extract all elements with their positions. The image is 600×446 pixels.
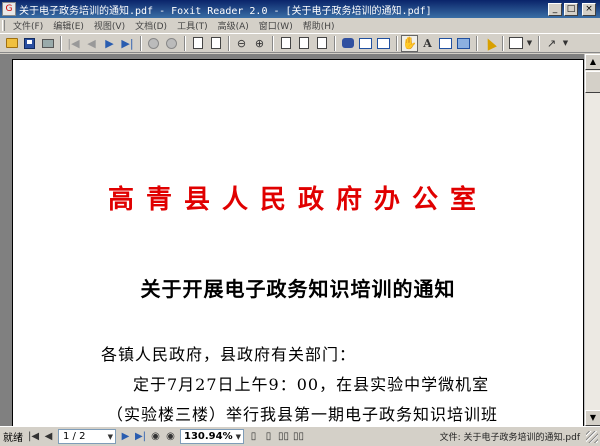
arrow-dropdown-icon[interactable]: ▼ bbox=[561, 35, 570, 52]
status-continuous-icon[interactable]: ▯ bbox=[261, 429, 276, 444]
toolbar-separator bbox=[538, 35, 540, 51]
title-bar: G 关于电子政务培训的通知.pdf - Foxit Reader 2.0 - [… bbox=[0, 0, 600, 18]
status-back-icon[interactable]: ◉ bbox=[148, 429, 163, 444]
status-cont-facing-icon[interactable]: ▯▯ bbox=[291, 429, 306, 444]
fit-width-icon[interactable] bbox=[313, 35, 330, 52]
scroll-up-button[interactable]: ▲ bbox=[585, 54, 600, 70]
menu-bar: 文件(F) 编辑(E) 视图(V) 文档(D) 工具(T) 高级(A) 窗口(W… bbox=[0, 18, 600, 33]
thumbnails-icon[interactable] bbox=[375, 35, 392, 52]
bookmarks-icon[interactable] bbox=[357, 35, 374, 52]
menu-tools[interactable]: 工具(T) bbox=[172, 19, 213, 32]
menu-grip bbox=[2, 20, 5, 31]
status-next-page-icon[interactable]: ▶ bbox=[118, 429, 133, 444]
arrow-tool-icon[interactable]: ↗ bbox=[543, 35, 560, 52]
toolbar-separator bbox=[60, 35, 62, 51]
status-last-page-icon[interactable]: ▶| bbox=[133, 429, 148, 444]
toolbar-separator bbox=[140, 35, 142, 51]
status-single-page-icon[interactable]: ▯ bbox=[246, 429, 261, 444]
menu-document[interactable]: 文档(D) bbox=[130, 19, 172, 32]
status-ready: 就绪 bbox=[3, 433, 23, 444]
toolbar-separator bbox=[228, 35, 230, 51]
prev-page-icon[interactable]: ◀ bbox=[83, 35, 100, 52]
status-file-name: 文件: 关于电子政务培训的通知.pdf bbox=[439, 433, 580, 443]
find-icon[interactable] bbox=[339, 35, 356, 52]
text-select-icon[interactable]: A bbox=[419, 35, 436, 52]
rotate-right-icon[interactable] bbox=[207, 35, 224, 52]
app-icon: G bbox=[2, 2, 16, 16]
maximize-button[interactable]: □ bbox=[564, 2, 578, 16]
zoom-field[interactable]: 130.94% ▼ bbox=[180, 429, 244, 444]
close-button[interactable]: × bbox=[582, 2, 596, 16]
status-first-page-icon[interactable]: |◀ bbox=[26, 429, 41, 444]
actual-size-icon[interactable] bbox=[277, 35, 294, 52]
menu-help[interactable]: 帮助(H) bbox=[298, 19, 340, 32]
select-cursor-icon[interactable] bbox=[481, 35, 498, 52]
toolbar-separator bbox=[272, 35, 274, 51]
next-page-icon[interactable]: ▶ bbox=[101, 35, 118, 52]
rotate-icon[interactable] bbox=[189, 35, 206, 52]
window-title: 关于电子政务培训的通知.pdf - Foxit Reader 2.0 - [关于… bbox=[19, 5, 432, 17]
first-page-icon[interactable]: |◀ bbox=[65, 35, 82, 52]
zoom-dropdown-icon[interactable]: ▼ bbox=[236, 433, 241, 441]
go-back-icon[interactable] bbox=[145, 35, 162, 52]
toolbar-separator bbox=[334, 35, 336, 51]
hand-tool-icon[interactable]: ✋ bbox=[401, 34, 418, 52]
print-icon[interactable] bbox=[39, 35, 56, 52]
notice-title: 关于开展电子政务知识培训的通知 bbox=[140, 277, 456, 301]
minimize-button[interactable]: _ bbox=[548, 2, 562, 16]
toolbar: |◀ ◀ ▶ ▶| ⊖ ⊕ ✋ A ▼ ↗ ▼ bbox=[0, 33, 600, 53]
annotate-dropdown-icon[interactable]: ▼ bbox=[525, 35, 534, 52]
scroll-thumb[interactable] bbox=[585, 71, 600, 93]
toolbar-separator bbox=[476, 35, 478, 51]
resize-grip[interactable] bbox=[586, 430, 598, 443]
go-forward-icon[interactable] bbox=[163, 35, 180, 52]
status-facing-icon[interactable]: ▯▯ bbox=[276, 429, 291, 444]
zoom-in-icon[interactable]: ⊕ bbox=[251, 35, 268, 52]
scroll-down-button[interactable]: ▼ bbox=[585, 410, 600, 426]
body-line-location: （实验楼三楼）举行我县第一期电子政务知识培训班 bbox=[107, 405, 499, 424]
status-prev-page-icon[interactable]: ◀ bbox=[41, 429, 56, 444]
menu-file[interactable]: 文件(F) bbox=[8, 19, 48, 32]
page-dropdown-icon[interactable]: ▼ bbox=[108, 433, 113, 441]
image-tool-icon[interactable] bbox=[455, 35, 472, 52]
annotate-icon[interactable] bbox=[507, 35, 524, 52]
zoom-out-icon[interactable]: ⊖ bbox=[233, 35, 250, 52]
toolbar-separator bbox=[184, 35, 186, 51]
document-viewport[interactable]: 高青县人民政府办公室 关于开展电子政务知识培训的通知 各镇人民政府，县政府有关部… bbox=[0, 54, 600, 426]
menu-view[interactable]: 视图(V) bbox=[89, 19, 130, 32]
last-page-icon[interactable]: ▶| bbox=[119, 35, 136, 52]
status-forward-icon[interactable]: ◉ bbox=[163, 429, 178, 444]
menu-window[interactable]: 窗口(W) bbox=[254, 19, 298, 32]
snapshot-icon[interactable] bbox=[437, 35, 454, 52]
open-folder-icon[interactable] bbox=[3, 35, 20, 52]
menu-advanced[interactable]: 高级(A) bbox=[213, 19, 254, 32]
fit-page-icon[interactable] bbox=[295, 35, 312, 52]
body-line-salutation: 各镇人民政府，县政府有关部门： bbox=[101, 345, 357, 364]
zoom-value: 130.94% bbox=[184, 431, 233, 442]
pdf-page: 高青县人民政府办公室 关于开展电子政务知识培训的通知 各镇人民政府，县政府有关部… bbox=[12, 59, 584, 426]
toolbar-separator bbox=[396, 35, 398, 51]
status-bar: 就绪 |◀ ◀ 1 / 2 ▼ ▶ ▶| ◉ ◉ 130.94% ▼ ▯ ▯ ▯… bbox=[0, 426, 600, 446]
page-number-value: 1 / 2 bbox=[63, 431, 86, 442]
save-icon[interactable] bbox=[21, 35, 38, 52]
body-line-date: 定于7月27日上午9：00，在县实验中学微机室 bbox=[133, 375, 490, 394]
page-number-field[interactable]: 1 / 2 ▼ bbox=[58, 429, 116, 444]
toolbar-separator bbox=[502, 35, 504, 51]
menu-edit[interactable]: 编辑(E) bbox=[48, 19, 89, 32]
issuing-office: 高青县人民政府办公室 bbox=[107, 185, 488, 215]
vertical-scrollbar[interactable]: ▲ ▼ bbox=[584, 54, 600, 426]
